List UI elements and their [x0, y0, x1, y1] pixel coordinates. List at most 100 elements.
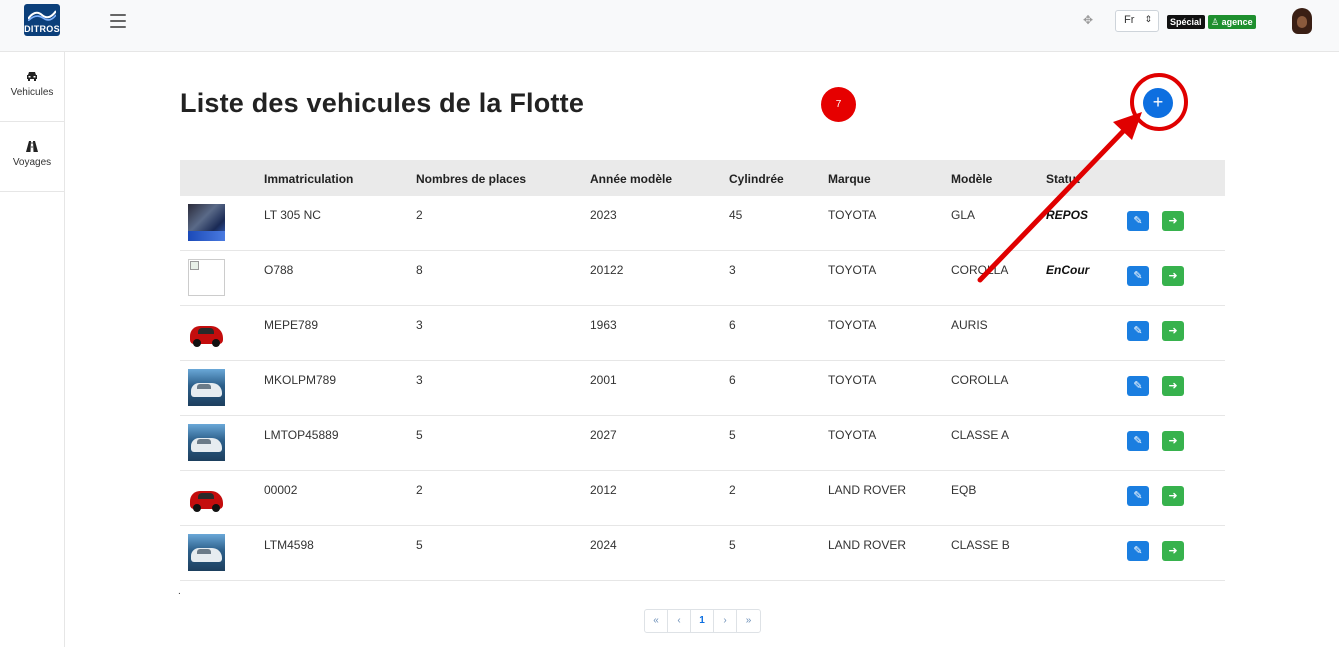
vehicle-thumbnail [188, 534, 225, 571]
header-annee[interactable]: Année modèle [590, 172, 672, 186]
details-arrow-button[interactable]: ➜ [1162, 211, 1184, 231]
table-row: LT 305 NC 2 2023 45 TOYOTA GLA REPOS ✎ ➜ [180, 196, 1225, 251]
sidebar-item-label: Voyages [12, 157, 52, 168]
edit-button[interactable]: ✎ [1127, 431, 1149, 451]
edit-button[interactable]: ✎ [1127, 541, 1149, 561]
details-arrow-button[interactable]: ➜ [1162, 541, 1184, 561]
arrow-right-icon: ➜ [1168, 545, 1178, 557]
fullscreen-move-icon[interactable]: ✥ [1081, 13, 1095, 27]
cell-marque: LAND ROVER [828, 483, 907, 497]
cell-cylindree: 5 [729, 538, 736, 552]
cell-cylindree: 45 [729, 208, 743, 222]
header-immatriculation[interactable]: Immatriculation [264, 172, 353, 186]
cell-cylindree: 6 [729, 318, 736, 332]
cell-modele: AURIS [951, 318, 988, 332]
table-body: LT 305 NC 2 2023 45 TOYOTA GLA REPOS ✎ ➜ O788 8 201… [180, 196, 1225, 581]
edit-icon: ✎ [1133, 215, 1143, 227]
table-row: MEPE789 3 1963 6 TOYOTA AURIS ✎ ➜ [180, 306, 1225, 361]
page-prev-button[interactable]: ‹ [668, 610, 691, 632]
table-header: Immatriculation Nombres de places Année … [180, 160, 1225, 196]
details-arrow-button[interactable]: ➜ [1162, 376, 1184, 396]
cell-marque: LAND ROVER [828, 538, 907, 552]
cell-marque: TOYOTA [828, 373, 877, 387]
vehicle-thumbnail [188, 479, 225, 516]
arrow-right-icon: ➜ [1168, 435, 1178, 447]
cell-modele: COROLLA [951, 263, 1009, 277]
cell-marque: TOYOTA [828, 263, 877, 277]
details-arrow-button[interactable]: ➜ [1162, 486, 1184, 506]
cell-immatriculation: LMTOP45889 [264, 428, 339, 442]
cell-immatriculation: LTM4598 [264, 538, 314, 552]
sidebar-item-vehicules[interactable]: Vehicules [0, 52, 64, 122]
cell-marque: TOYOTA [828, 428, 877, 442]
menu-toggle-icon[interactable] [110, 14, 126, 28]
header-places[interactable]: Nombres de places [416, 172, 526, 186]
cell-annee: 2001 [590, 373, 617, 387]
sidebar-item-voyages[interactable]: Voyages [0, 122, 64, 192]
page-last-button[interactable]: » [737, 610, 760, 632]
vehicle-thumbnail [188, 259, 225, 296]
cell-modele: CLASSE B [951, 538, 1010, 552]
header-modele[interactable]: Modèle [951, 172, 992, 186]
cell-places: 8 [416, 263, 423, 277]
arrow-right-icon: ➜ [1168, 490, 1178, 502]
page-current-button[interactable]: 1 [691, 610, 714, 632]
vehicle-thumbnail [188, 204, 225, 241]
top-navbar: DITROS ✥ Fr ⇕ Spécial ♙ agence [0, 0, 1339, 52]
details-arrow-button[interactable]: ➜ [1162, 321, 1184, 341]
edit-icon: ✎ [1133, 545, 1143, 557]
footer-dot: . [178, 586, 181, 597]
page-first-button[interactable]: « [645, 610, 668, 632]
logo-wave-icon [28, 10, 56, 21]
vehicle-thumbnail [188, 424, 225, 461]
cell-marque: TOYOTA [828, 208, 877, 222]
edit-button[interactable]: ✎ [1127, 211, 1149, 231]
header-cylindree[interactable]: Cylindrée [729, 172, 784, 186]
cell-marque: TOYOTA [828, 318, 877, 332]
page-title: Liste des vehicules de la Flotte [180, 88, 585, 118]
pagination: « ‹ 1 › » [644, 609, 761, 633]
page-next-button[interactable]: › [714, 610, 737, 632]
edit-icon: ✎ [1133, 270, 1143, 282]
agence-label: agence [1221, 17, 1253, 27]
cell-cylindree: 2 [729, 483, 736, 497]
edit-button[interactable]: ✎ [1127, 376, 1149, 396]
header-statut[interactable]: Statut [1046, 172, 1080, 186]
cell-annee: 1963 [590, 318, 617, 332]
arrow-right-icon: ➜ [1168, 325, 1178, 337]
cell-places: 3 [416, 318, 423, 332]
user-avatar[interactable] [1292, 8, 1312, 34]
vehicle-thumbnail [188, 369, 225, 406]
edit-button[interactable]: ✎ [1127, 486, 1149, 506]
edit-button[interactable]: ✎ [1127, 321, 1149, 341]
cell-cylindree: 6 [729, 373, 736, 387]
language-select[interactable]: Fr ⇕ [1115, 10, 1159, 32]
cell-places: 5 [416, 428, 423, 442]
vehicle-count-badge: 7 [821, 87, 856, 122]
details-arrow-button[interactable]: ➜ [1162, 266, 1184, 286]
cell-immatriculation: 00002 [264, 483, 298, 497]
cell-modele: GLA [951, 208, 976, 222]
details-arrow-button[interactable]: ➜ [1162, 431, 1184, 451]
cell-annee: 2024 [590, 538, 617, 552]
header-marque[interactable]: Marque [828, 172, 871, 186]
cell-statut: EnCour [1046, 263, 1090, 277]
agence-badge: ♙ agence [1208, 15, 1256, 29]
cell-immatriculation: LT 305 NC [264, 208, 321, 222]
cell-modele: EQB [951, 483, 977, 497]
special-badge: Spécial [1167, 15, 1205, 29]
edit-icon: ✎ [1133, 435, 1143, 447]
cell-cylindree: 3 [729, 263, 736, 277]
cell-modele: CLASSE A [951, 428, 1010, 442]
cell-immatriculation: O788 [264, 263, 294, 277]
edit-button[interactable]: ✎ [1127, 266, 1149, 286]
table-row: LTM4598 5 2024 5 LAND ROVER CLASSE B ✎ ➜ [180, 526, 1225, 581]
arrow-right-icon: ➜ [1168, 215, 1178, 227]
cell-places: 2 [416, 208, 423, 222]
arrow-right-icon: ➜ [1168, 380, 1178, 392]
broken-image-icon [190, 261, 199, 270]
table-row: O788 8 20122 3 TOYOTA COROLLA EnCour ✎ ➜ [180, 251, 1225, 306]
ditros-logo[interactable]: DITROS [24, 4, 60, 36]
sidebar-item-label: Vehicules [10, 87, 54, 98]
cell-annee: 2012 [590, 483, 617, 497]
